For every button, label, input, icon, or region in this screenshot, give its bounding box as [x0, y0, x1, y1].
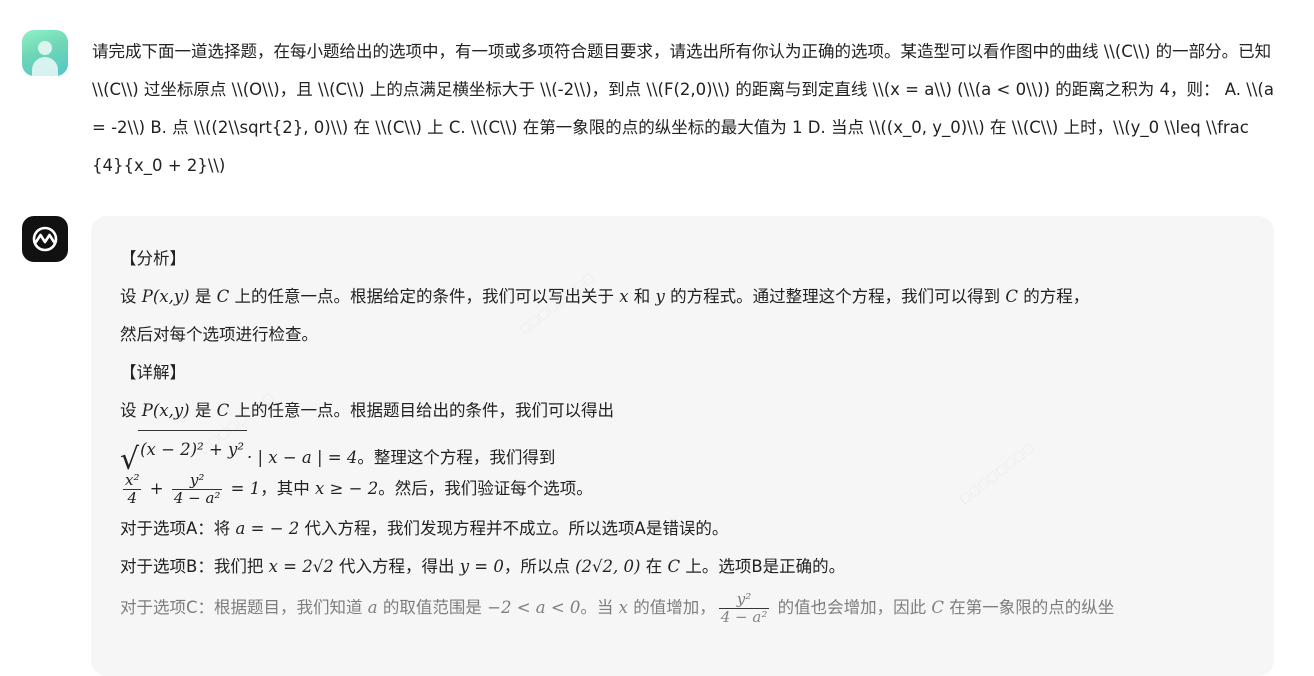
detail-heading: 【详解】	[120, 363, 186, 382]
fraction: x² 4	[123, 471, 142, 507]
assistant-avatar	[22, 216, 68, 262]
fraction: y² 4 − a²	[718, 590, 770, 626]
option-a-line: 对于选项A：将 a = − 2 代入方程，我们发现方程并不成立。所以选项A是错误…	[120, 519, 729, 538]
user-question-text: 请完成下面一道选择题，在每小题给出的选项中，有一项或多项符合题目要求，请选出所有…	[92, 42, 1280, 175]
assistant-answer-body: 【分析】 设 P(x,y) 是 C 上的任意一点。根据给定的条件，我们可以写出关…	[120, 240, 1250, 630]
assistant-answer-card: ▢▢▢▢▢▢▢▢ ▢▢▢▢▢▢▢▢ ▢▢▢▢▢▢▢▢ 【分析】 设 P(x,y)…	[91, 216, 1274, 676]
user-avatar-icon	[38, 41, 52, 55]
analysis-paragraph-line-1: 设 P(x,y) 是 C 上的任意一点。根据给定的条件，我们可以写出关于 x 和…	[120, 287, 1090, 306]
detail-line-1: 设 P(x,y) 是 C 上的任意一点。根据题目给出的条件，我们可以得出	[120, 401, 614, 420]
detail-line-2-equation: √ (x − 2)² + y² · | x − a | = 4。整理这个方程，我们得…	[120, 430, 1250, 475]
assistant-logo-icon	[32, 226, 58, 252]
analysis-paragraph-line-2: 然后对每个选项进行检查。	[120, 325, 318, 344]
fraction: y² 4 − a²	[171, 471, 223, 507]
option-b-line: 对于选项B：我们把 x = 2√2 代入方程，得出 y = 0，所以点 (2√2…	[120, 557, 846, 576]
user-avatar	[22, 30, 68, 76]
analysis-heading: 【分析】	[120, 249, 186, 268]
option-c-line: 对于选项C：根据题目，我们知道 a 的取值范围是 −2 < a < 0。当 x …	[120, 590, 1115, 626]
sqrt-expression: √ (x − 2)² + y²	[120, 430, 247, 475]
detail-line-3-equation: x² 4 + y² 4 − a² = 1，其中 x ≥ − 2。然后，我们验证每个选…	[123, 471, 593, 507]
